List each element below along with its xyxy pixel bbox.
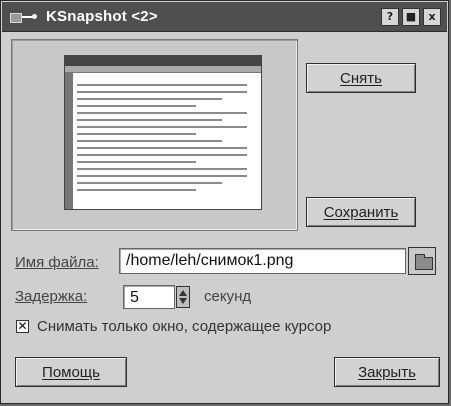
help-button[interactable]: Помощь — [15, 357, 127, 387]
window-title: KSnapshot <2> — [46, 8, 158, 25]
snap-button[interactable]: Снять — [306, 63, 416, 93]
window-only-checkbox[interactable]: ✕ — [16, 320, 29, 333]
close-titlebar-button[interactable]: x — [423, 8, 441, 26]
close-button[interactable]: Закрыть — [334, 357, 440, 387]
help-titlebar-button[interactable]: ? — [381, 8, 399, 26]
open-file-button[interactable] — [408, 247, 436, 275]
window-menu-icon[interactable] — [10, 10, 38, 24]
spin-down-icon[interactable] — [179, 298, 187, 304]
maximize-button[interactable]: ■ — [402, 8, 420, 26]
title-bar[interactable]: KSnapshot <2> ? ■ x — [2, 2, 447, 32]
save-button[interactable]: Сохранить — [306, 197, 416, 227]
snapshot-preview — [64, 55, 262, 210]
preview-sidebar — [65, 72, 73, 209]
delay-label: Задержка: — [15, 288, 88, 305]
titlebar-buttons: ? ■ x — [381, 8, 441, 26]
delay-input[interactable]: 5 — [123, 285, 175, 309]
delay-unit-label: секунд — [204, 288, 252, 305]
preview-titlebar — [65, 56, 261, 66]
delay-spinner[interactable] — [176, 286, 190, 308]
snapshot-preview-frame — [11, 39, 298, 231]
filename-input[interactable]: /home/leh/снимок1.png — [119, 248, 406, 274]
dot-icon — [32, 13, 37, 19]
folder-icon — [415, 254, 433, 270]
app-icon — [10, 12, 22, 23]
spin-up-icon[interactable] — [179, 290, 187, 296]
preview-toolbar — [65, 66, 261, 73]
ksnapshot-window: KSnapshot <2> ? ■ x Снять Сохранить Имя … — [0, 0, 449, 404]
filename-label: Имя файла: — [15, 254, 99, 271]
window-only-label: Снимать только окно, содержащее курсор — [37, 318, 332, 335]
preview-text-lines — [77, 84, 247, 196]
